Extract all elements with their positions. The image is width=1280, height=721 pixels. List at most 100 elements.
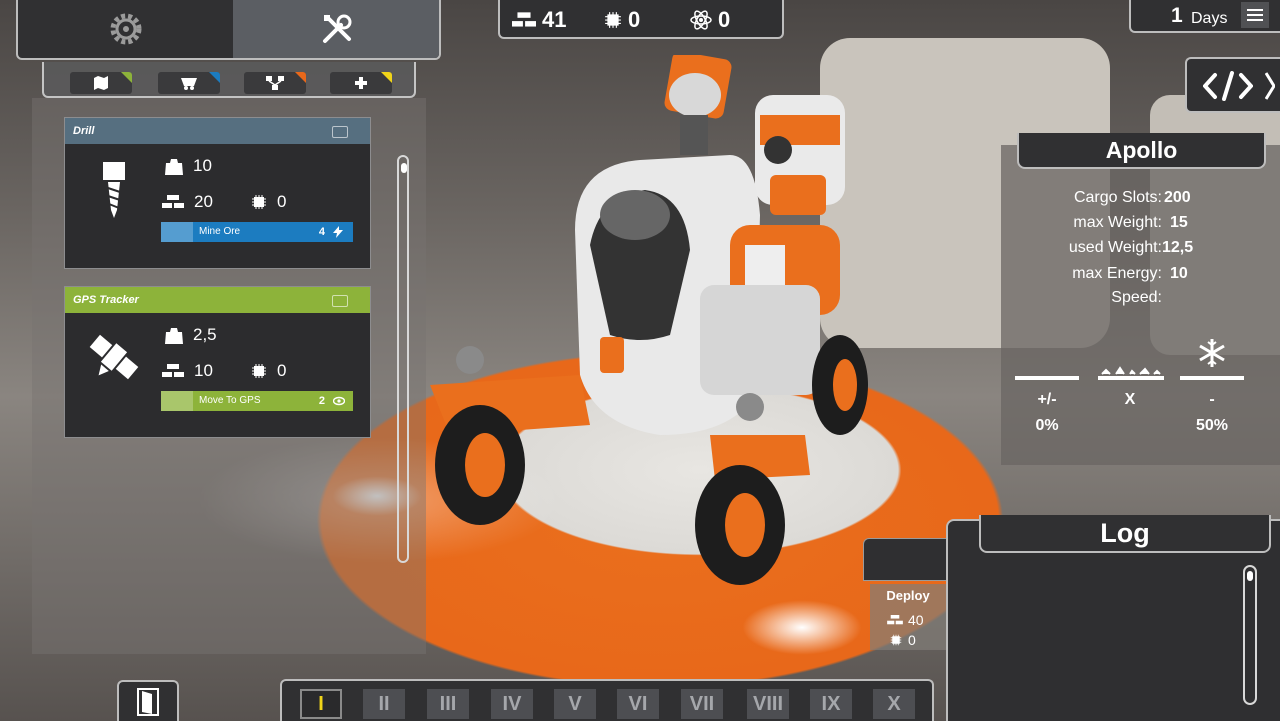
action-cost: 2	[318, 395, 325, 407]
metal-bars-icon	[887, 615, 903, 625]
tab-accent	[121, 72, 132, 83]
stat-label: Speed:	[1111, 289, 1162, 306]
lightning-icon	[333, 226, 343, 238]
tab-navigation[interactable]	[70, 72, 132, 94]
tab-mining[interactable]	[158, 72, 220, 94]
action-cost: 4	[318, 226, 325, 238]
stat-label: max Energy:	[1072, 265, 1162, 282]
exit-button[interactable]	[117, 680, 179, 721]
rocky-terrain-icon	[1098, 366, 1164, 380]
slot-button[interactable]: III	[427, 689, 469, 719]
mine-cart-icon	[181, 78, 197, 90]
module-bar-cost: 20	[162, 192, 213, 212]
slot-button[interactable]: IV	[491, 689, 533, 719]
tab-utility[interactable]	[330, 72, 392, 94]
network-icon	[266, 76, 284, 90]
deploy-bars-cost: 40	[908, 612, 924, 628]
module-weight: 2,5	[165, 325, 217, 345]
module-card-header: GPS Tracker	[65, 287, 370, 313]
resource-atoms: 0	[690, 7, 730, 33]
metal-bars-icon	[162, 364, 184, 377]
slot-button[interactable]: II	[363, 689, 405, 719]
slot-button[interactable]: VIII	[747, 689, 789, 719]
stat-value: 12,5	[1162, 239, 1194, 256]
chip-icon	[252, 195, 266, 209]
module-bars-value: 10	[194, 361, 213, 380]
module-weight-value: 10	[193, 156, 212, 175]
day-label: Days	[1191, 10, 1228, 27]
log-scrollbar[interactable]	[1243, 565, 1257, 705]
module-chip-cost: 0	[251, 192, 286, 212]
tab-build[interactable]	[233, 0, 439, 58]
rover-illustration	[430, 55, 868, 585]
slot-button[interactable]: VI	[617, 689, 659, 719]
chip-icon	[252, 364, 266, 378]
deploy-tab[interactable]	[863, 538, 949, 581]
modifier-rocky-label: X	[1124, 391, 1136, 408]
metal-bars-icon	[162, 195, 184, 208]
module-bars-value: 20	[194, 192, 213, 211]
wrench-screwdriver-icon	[323, 14, 352, 43]
tab-accent	[295, 72, 306, 83]
module-weight-value: 2,5	[193, 325, 217, 344]
deploy-chips-cost: 0	[908, 632, 916, 648]
deploy-label: Deploy	[886, 588, 930, 603]
chip-icon	[605, 12, 621, 28]
tab-settings[interactable]	[18, 0, 233, 58]
snow-terrain-line	[1180, 376, 1244, 380]
code-editor-button[interactable]	[1185, 57, 1280, 113]
module-card-tag-icon	[332, 126, 348, 138]
eye-icon	[333, 396, 345, 406]
day-count: 1	[1171, 4, 1183, 27]
deploy-button[interactable]: Deploy 40 0	[870, 584, 946, 650]
scrollbar-thumb[interactable]	[1247, 571, 1253, 581]
menu-button[interactable]	[1241, 2, 1269, 28]
module-name: GPS Tracker	[73, 294, 139, 306]
action-mine-ore-button[interactable]: Mine Ore 4	[161, 222, 353, 242]
resource-chips: 0	[604, 7, 640, 33]
hamburger-menu-icon	[1247, 9, 1263, 21]
module-card-drill[interactable]: Drill 10 20 0 Mine Ore 4	[64, 117, 371, 269]
module-card-header: Drill	[65, 118, 370, 144]
action-label: Mine Ore	[199, 226, 241, 237]
atom-icon	[690, 10, 712, 30]
resource-chips-value: 0	[628, 7, 641, 32]
resource-bars: 41	[512, 7, 566, 33]
slot-button[interactable]: I	[300, 689, 342, 719]
module-list-scrollbar[interactable]	[397, 155, 409, 563]
module-card-gps-tracker[interactable]: GPS Tracker 2,5 10 0 Move To GPS 2	[64, 286, 371, 438]
stat-label: max Weight:	[1073, 214, 1162, 231]
weight-icon	[165, 159, 183, 175]
flat-terrain-icon	[1015, 376, 1079, 380]
program-slot-bar: I II III IV V VI VII VIII IX X	[280, 679, 934, 721]
gear-icon	[110, 13, 141, 45]
tab-accent	[209, 72, 220, 83]
resource-bars-value: 41	[542, 7, 567, 32]
slot-button[interactable]: X	[873, 689, 915, 719]
map-icon	[161, 391, 193, 411]
map-icon	[94, 76, 108, 90]
code-icon	[1203, 71, 1253, 101]
tab-logistics[interactable]	[244, 72, 306, 94]
slot-button[interactable]: IX	[810, 689, 852, 719]
module-chips-value: 0	[277, 361, 287, 380]
stat-label: used Weight:	[1068, 239, 1162, 256]
module-chips-value: 0	[277, 192, 287, 211]
action-move-to-gps-button[interactable]: Move To GPS 2	[161, 391, 353, 411]
modifier-flat-value: 0%	[1035, 417, 1059, 434]
robot-name: Apollo	[1017, 133, 1266, 169]
modifier-snow-label: -	[1209, 391, 1215, 408]
plus-icon	[355, 77, 367, 89]
scrollbar-thumb[interactable]	[401, 163, 407, 173]
stat-value: 15	[1170, 214, 1188, 231]
door-exit-icon	[137, 687, 159, 716]
slot-button[interactable]: VII	[681, 689, 723, 719]
scene-floor-light	[742, 600, 862, 655]
drill-icon	[103, 162, 125, 218]
module-chip-cost: 0	[251, 361, 286, 381]
mine-cart-icon	[161, 222, 193, 242]
slot-button[interactable]: V	[554, 689, 596, 719]
snowflake-icon	[1199, 339, 1225, 367]
stat-label: Cargo Slots:	[1073, 189, 1162, 206]
action-label: Move To GPS	[199, 395, 261, 406]
